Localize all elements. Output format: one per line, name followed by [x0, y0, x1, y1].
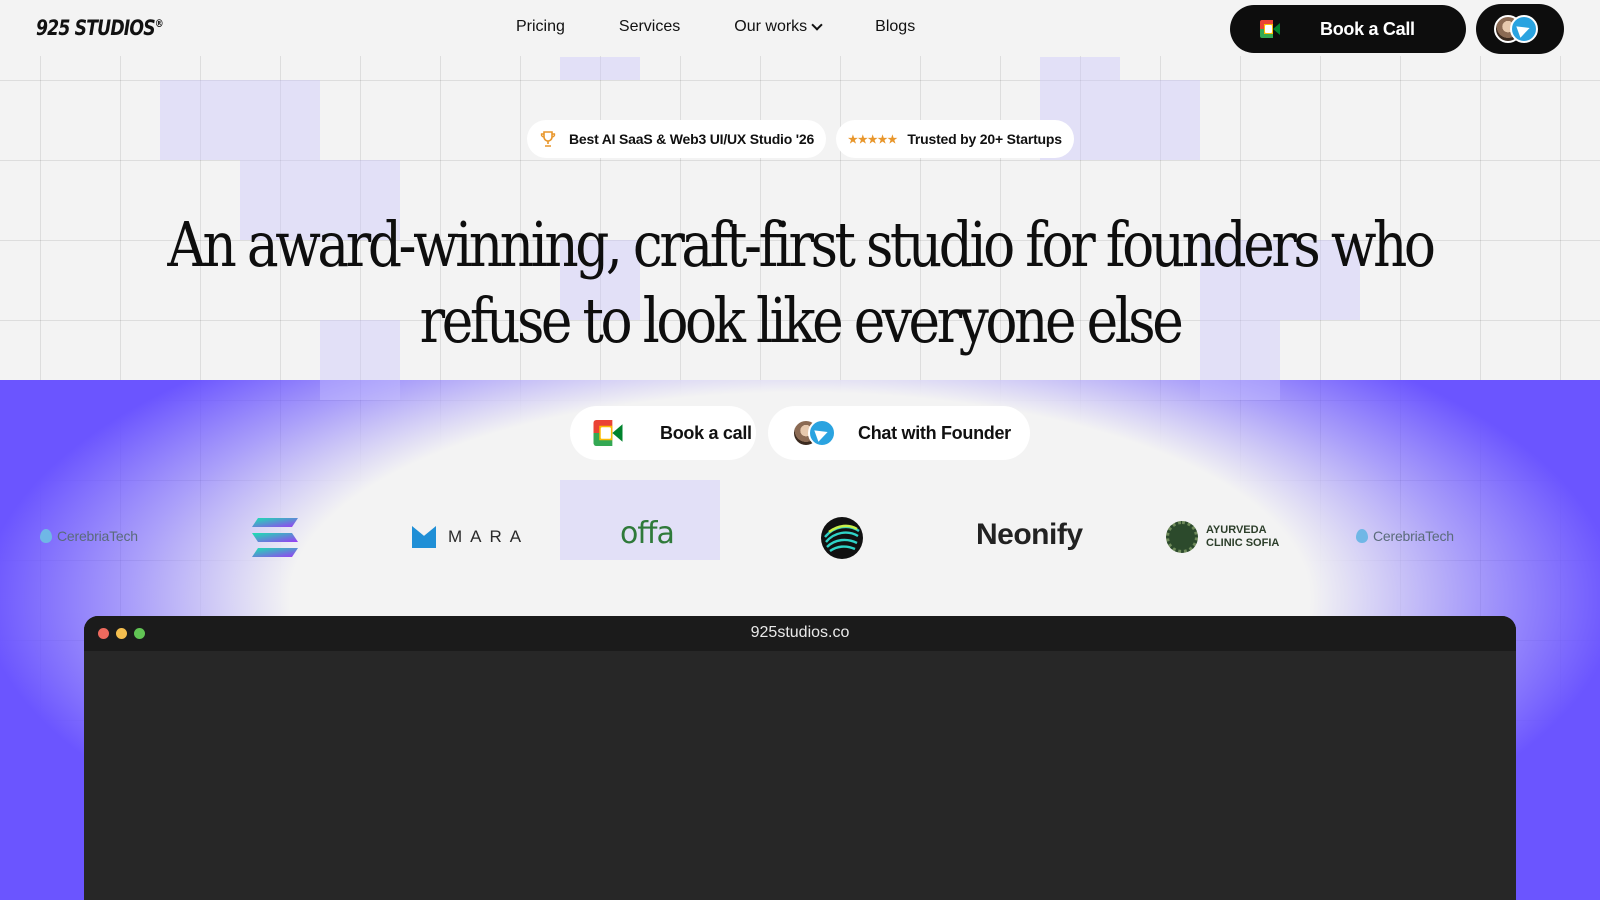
browser-preview-window: 925studios.co	[84, 616, 1516, 900]
nav-links: Pricing Services Our works Blogs	[516, 18, 915, 36]
browser-url: 925studios.co	[750, 624, 850, 641]
cerebria-mark-icon	[1356, 529, 1368, 543]
trophy-icon	[540, 131, 556, 147]
hero-headline-line-1: An award-winning, craft-first studio for…	[167, 208, 1436, 281]
client-logo-ayurveda-line-2: CLINIC SOFIA	[1206, 537, 1280, 549]
hero-headline-line-2: refuse to look like everyone else	[419, 284, 1184, 357]
trusted-badge: ★★★★★ Trusted by 20+ Startups	[836, 120, 1074, 158]
chat-founder-cta-label: Chat with Founder	[858, 422, 1011, 443]
client-logo-neonify: Neonify	[976, 518, 1083, 552]
client-logo-orb	[820, 516, 864, 560]
client-logo-offa-text: offa	[620, 516, 675, 551]
award-badge: Best AI SaaS & Web3 UI/UX Studio '26	[527, 120, 827, 158]
nav-link-our-works[interactable]: Our works	[734, 18, 823, 36]
brand-logo[interactable]: 925 STUDIOS®	[36, 16, 164, 40]
client-logo-mara-text: MARA	[448, 527, 530, 546]
chevron-down-icon	[811, 18, 823, 31]
google-meet-icon	[593, 419, 623, 447]
client-logo-ayurveda-line-1: AYURVEDA	[1206, 524, 1267, 536]
client-logos-strip: CerebriaTech MARA offa Neonify AYURVEDA …	[0, 508, 1600, 568]
telegram-icon	[808, 419, 836, 447]
mara-mark-icon	[412, 526, 436, 548]
client-logo-neonify-text: Neonify	[976, 518, 1083, 551]
nav-link-our-works-label: Our works	[734, 18, 808, 35]
hero-headline: An award-winning, craft-first studio for…	[112, 207, 1488, 359]
telegram-icon	[1510, 15, 1538, 43]
browser-title-bar: 925studios.co	[84, 616, 1516, 651]
decorative-tile	[160, 80, 320, 160]
rating-stars-icon: ★★★★★	[848, 133, 898, 146]
top-navigation: 925 STUDIOS® Pricing Services Our works …	[0, 0, 1600, 56]
client-logo-ayurveda: AYURVEDA CLINIC SOFIA	[1166, 521, 1279, 553]
award-badge-text: Best AI SaaS & Web3 UI/UX Studio '26	[569, 131, 815, 147]
decorative-tile	[1040, 57, 1120, 80]
client-logo-cerebriatech-text: CerebriaTech	[57, 528, 138, 544]
client-logo-offa: offa	[620, 516, 675, 551]
nav-link-pricing[interactable]: Pricing	[516, 18, 565, 36]
client-logo-cerebriatech-2: CerebriaTech	[1356, 528, 1454, 544]
decorative-tile	[560, 57, 640, 80]
book-call-label: Book a Call	[1320, 18, 1415, 39]
solana-icon	[252, 518, 298, 557]
ayurveda-seal-icon	[1166, 521, 1198, 553]
book-call-button[interactable]: Book a Call	[1230, 5, 1466, 53]
cerebria-mark-icon	[40, 529, 52, 543]
book-call-cta-button[interactable]: Book a call	[570, 406, 756, 460]
client-logo-solana	[250, 516, 300, 560]
nav-link-services[interactable]: Services	[619, 18, 680, 36]
client-logo-cerebriatech: CerebriaTech	[40, 528, 138, 544]
nav-link-blogs[interactable]: Blogs	[875, 18, 915, 36]
client-logo-cerebriatech-2-text: CerebriaTech	[1373, 528, 1454, 544]
orb-logo-icon	[821, 517, 863, 559]
client-logo-mara: MARA	[412, 526, 529, 548]
chat-founder-cta-button[interactable]: Chat with Founder	[768, 406, 1030, 460]
book-call-cta-label: Book a call	[660, 422, 752, 443]
trusted-badge-text: Trusted by 20+ Startups	[907, 131, 1062, 147]
chat-founder-nav-button[interactable]	[1476, 4, 1564, 54]
google-meet-icon	[1260, 20, 1280, 38]
